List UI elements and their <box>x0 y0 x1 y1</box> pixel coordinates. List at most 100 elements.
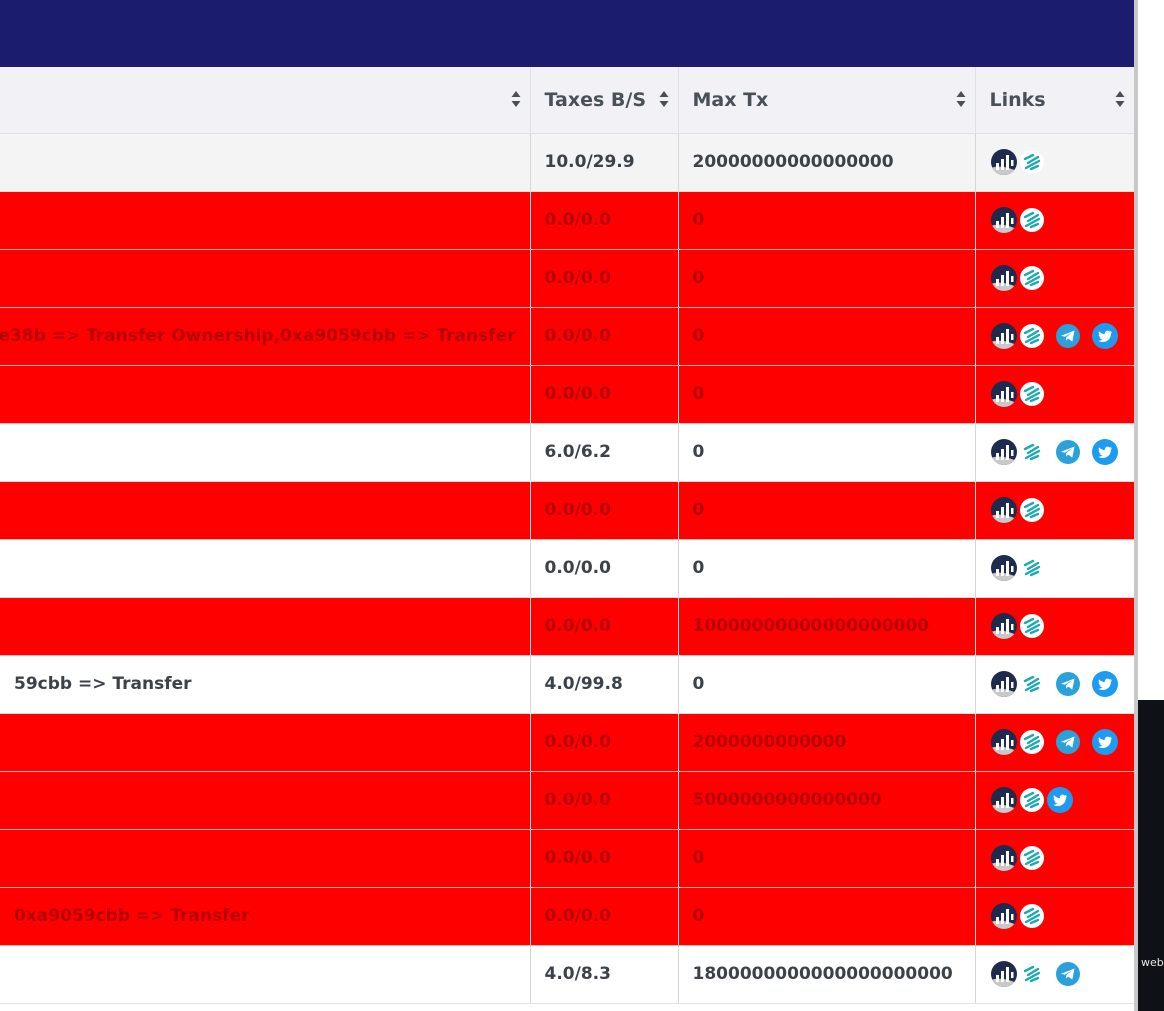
cell-taxes: 10.0/29.9 <box>529 133 678 192</box>
dextools-link-icon[interactable] <box>1018 902 1046 930</box>
sort-icon[interactable] <box>1115 90 1125 108</box>
cell-max-tx: 0 <box>677 481 975 540</box>
dextools-link-icon[interactable] <box>1018 438 1046 466</box>
cell-links <box>974 597 1134 656</box>
table-row[interactable]: 0.0/0.0 0 <box>0 539 1134 598</box>
telegram-icon[interactable] <box>1055 961 1081 987</box>
cell-info <box>0 365 530 424</box>
cell-links <box>974 365 1134 424</box>
chart-link-icon[interactable] <box>990 438 1018 466</box>
telegram-icon[interactable] <box>1055 323 1081 349</box>
cell-taxes: 4.0/8.3 <box>529 945 678 1004</box>
twitter-icon[interactable] <box>1046 786 1074 814</box>
telegram-icon[interactable] <box>1055 439 1081 465</box>
chart-link-icon[interactable] <box>990 902 1018 930</box>
link-icons <box>990 902 1121 930</box>
cell-links <box>974 771 1134 830</box>
dextools-link-icon[interactable] <box>1018 960 1046 988</box>
table-row[interactable]: 0.0/0.0 0 <box>0 365 1134 424</box>
cell-taxes: 0.0/0.0 <box>529 249 678 308</box>
link-icons <box>990 554 1121 582</box>
dextools-link-icon[interactable] <box>1018 844 1046 872</box>
chart-link-icon[interactable] <box>990 844 1018 872</box>
dextools-link-icon[interactable] <box>1018 670 1046 698</box>
dextools-link-icon[interactable] <box>1018 322 1046 350</box>
chart-link-icon[interactable] <box>990 554 1018 582</box>
cell-links <box>974 887 1134 946</box>
cell-links <box>974 539 1134 598</box>
telegram-icon[interactable] <box>1055 729 1081 755</box>
chart-link-icon[interactable] <box>990 728 1018 756</box>
dextools-link-icon[interactable] <box>1018 612 1046 640</box>
chart-link-icon[interactable] <box>990 496 1018 524</box>
sort-icon[interactable] <box>511 90 521 108</box>
cell-max-tx: 0 <box>677 191 975 250</box>
chart-link-icon[interactable] <box>990 670 1018 698</box>
table-row[interactable]: 0.0/0.0 2000000000000 <box>0 713 1134 772</box>
cell-info <box>0 945 530 1004</box>
cell-max-tx: 0 <box>677 307 975 366</box>
table-row[interactable]: 6.0/6.2 0 <box>0 423 1134 482</box>
table-row[interactable]: 0.0/0.0 0 <box>0 481 1134 540</box>
top-navbar <box>0 0 1134 67</box>
column-header-info[interactable] <box>0 67 530 134</box>
table-row[interactable]: 59cbb => Transfer 4.0/99.8 0 <box>0 655 1134 714</box>
column-header-links[interactable]: Links <box>974 67 1134 134</box>
table-row[interactable]: 0.0/0.0 0 <box>0 191 1134 250</box>
table-row[interactable]: 10.0/29.9 20000000000000000 <box>0 133 1134 192</box>
cell-max-tx: 0 <box>677 655 975 714</box>
table-row[interactable]: 4.0/8.3 1800000000000000000000 <box>0 945 1134 1004</box>
sort-icon[interactable] <box>956 90 966 108</box>
column-header-max-tx-label: Max Tx <box>692 88 769 111</box>
telegram-icon[interactable] <box>1055 671 1081 697</box>
dextools-link-icon[interactable] <box>1018 496 1046 524</box>
dextools-link-icon[interactable] <box>1018 554 1046 582</box>
cell-links <box>974 713 1134 772</box>
chart-link-icon[interactable] <box>990 206 1018 234</box>
chart-link-icon[interactable] <box>990 960 1018 988</box>
twitter-icon[interactable] <box>1091 728 1119 756</box>
chart-link-icon[interactable] <box>990 148 1018 176</box>
column-header-taxes-label: Taxes B/S <box>544 88 647 111</box>
cell-links <box>974 655 1134 714</box>
chart-link-icon[interactable] <box>990 264 1018 292</box>
twitter-icon[interactable] <box>1091 322 1119 350</box>
link-icons <box>990 612 1121 640</box>
dextools-link-icon[interactable] <box>1018 380 1046 408</box>
table-row[interactable]: 0.0/0.0 5000000000000000 <box>0 771 1134 830</box>
side-panel-text: web <box>1141 956 1164 969</box>
table-row[interactable]: 0xa9059cbb => Transfer 0.0/0.0 0 <box>0 887 1134 946</box>
sort-icon[interactable] <box>659 90 669 108</box>
cell-max-tx: 10000000000000000000 <box>677 597 975 656</box>
cell-info <box>0 191 530 250</box>
table-row[interactable]: 2fde38b => Transfer Ownership,0xa9059cbb… <box>0 307 1134 366</box>
chart-link-icon[interactable] <box>990 322 1018 350</box>
table-row[interactable]: 0.0/0.0 10000000000000000000 <box>0 597 1134 656</box>
chart-link-icon[interactable] <box>990 380 1018 408</box>
cell-taxes: 4.0/99.8 <box>529 655 678 714</box>
cell-links <box>974 307 1134 366</box>
dextools-link-icon[interactable] <box>1018 148 1046 176</box>
chart-link-icon[interactable] <box>990 612 1018 640</box>
cell-info <box>0 713 530 772</box>
dextools-link-icon[interactable] <box>1018 206 1046 234</box>
dextools-link-icon[interactable] <box>1018 728 1046 756</box>
dextools-link-icon[interactable] <box>1018 264 1046 292</box>
cell-taxes: 0.0/0.0 <box>529 365 678 424</box>
cell-info: 2fde38b => Transfer Ownership,0xa9059cbb… <box>0 307 530 366</box>
link-icons <box>990 148 1121 176</box>
column-header-taxes[interactable]: Taxes B/S <box>529 67 678 134</box>
column-header-max-tx[interactable]: Max Tx <box>677 67 975 134</box>
chart-link-icon[interactable] <box>990 786 1018 814</box>
cell-max-tx: 0 <box>677 829 975 888</box>
column-header-links-label: Links <box>989 88 1046 111</box>
table-row[interactable]: 0.0/0.0 0 <box>0 249 1134 308</box>
link-icons <box>990 670 1121 698</box>
link-icons <box>990 728 1121 756</box>
table-header-row: Taxes B/S Max Tx Links <box>0 67 1134 134</box>
twitter-icon[interactable] <box>1091 438 1119 466</box>
table-row[interactable]: 0.0/0.0 0 <box>0 829 1134 888</box>
twitter-icon[interactable] <box>1091 670 1119 698</box>
link-icons <box>990 322 1121 350</box>
dextools-link-icon[interactable] <box>1018 786 1046 814</box>
